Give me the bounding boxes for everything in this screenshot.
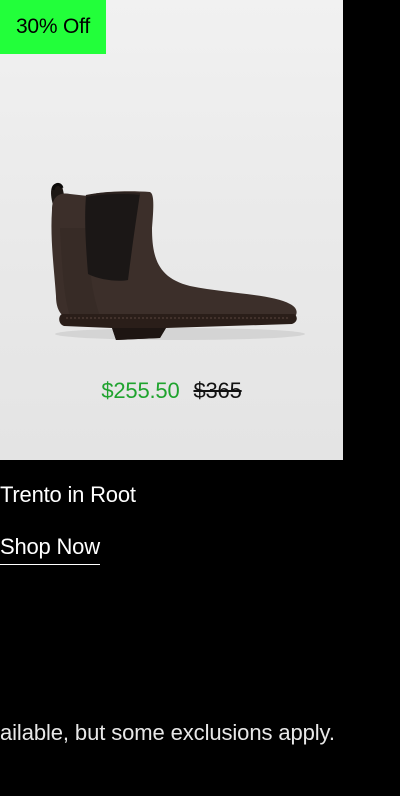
price-row: $255.50 $365 xyxy=(0,378,343,404)
original-price: $365 xyxy=(193,378,242,403)
sale-price: $255.50 xyxy=(101,378,180,403)
shop-now-link[interactable]: Shop Now xyxy=(0,534,100,565)
exclusions-note: ailable, but some exclusions apply. xyxy=(0,720,335,745)
product-name: Trento in Root xyxy=(0,482,136,507)
chelsea-boot-image[interactable] xyxy=(40,168,310,353)
product-card[interactable]: 30% Off $255.50 $365 xyxy=(0,0,343,460)
discount-badge: 30% Off xyxy=(0,0,106,54)
promo-page: 30% Off $255.50 $365 Trento in Root Shop … xyxy=(0,0,400,796)
